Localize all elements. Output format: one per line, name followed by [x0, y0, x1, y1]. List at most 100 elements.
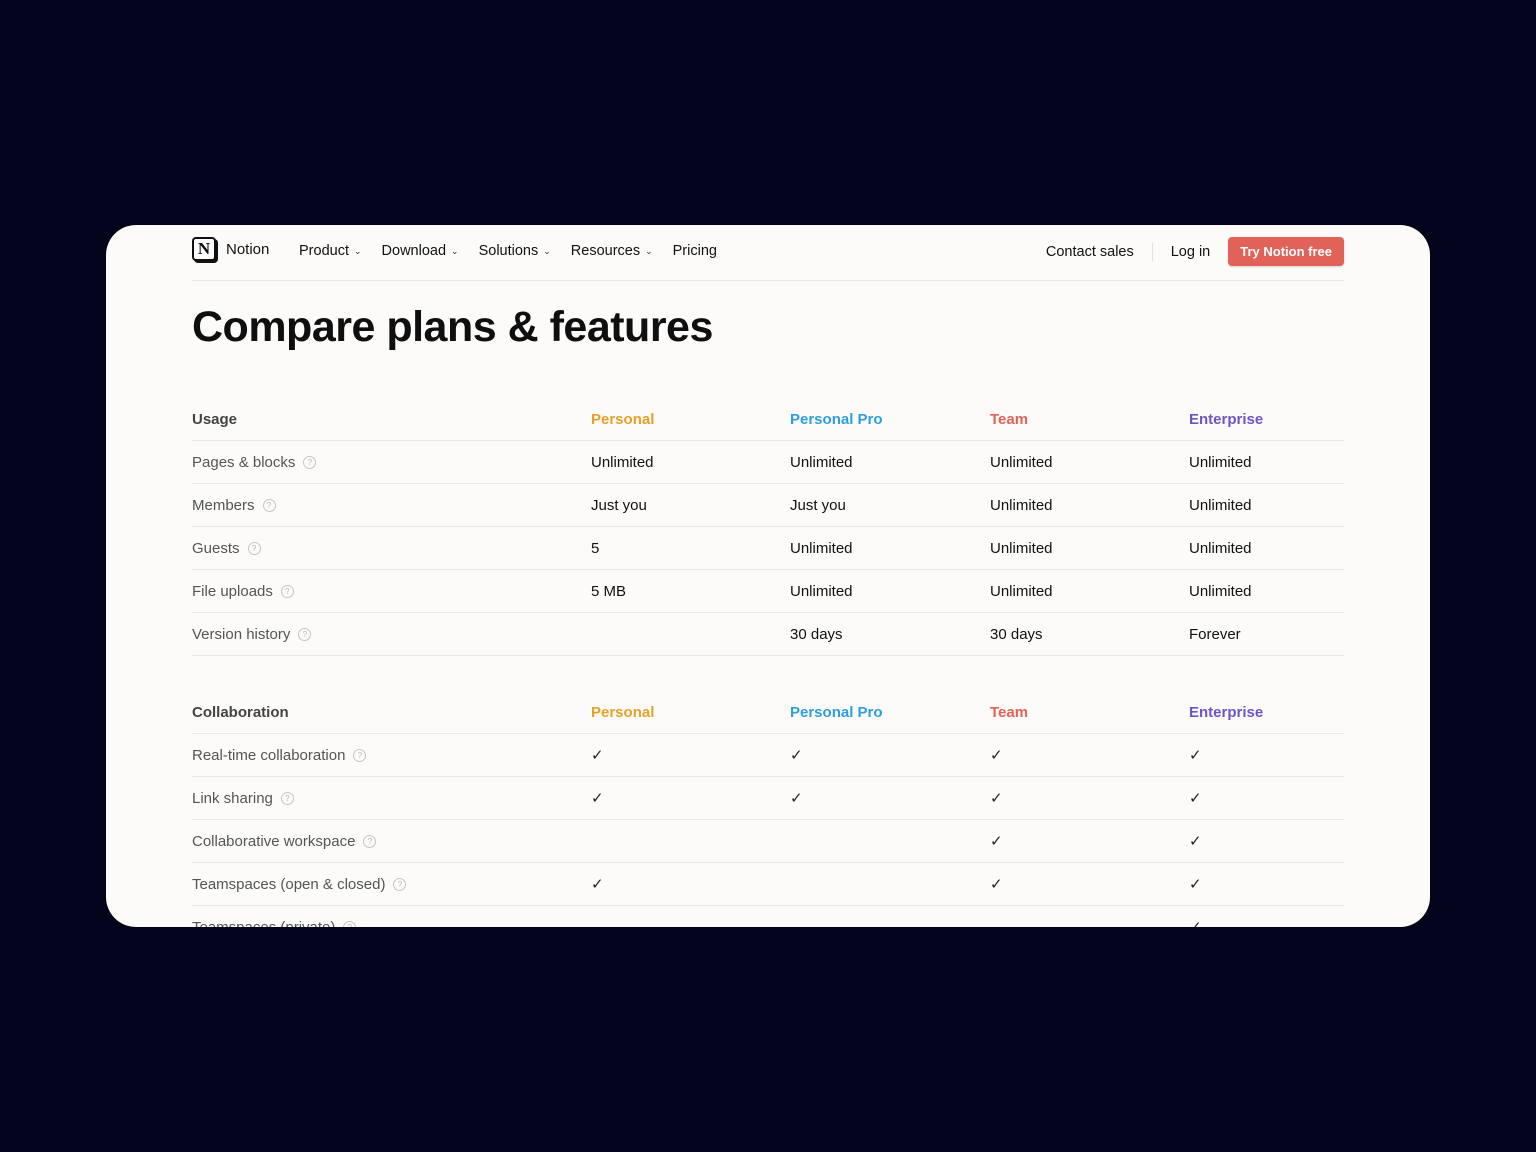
- brand[interactable]: N Notion: [192, 237, 269, 261]
- feature-name: Guests?: [192, 527, 261, 569]
- table-row: File uploads? 5 MB Unlimited Unlimited Unlim…: [192, 570, 1344, 613]
- plan-value: Unlimited: [1189, 496, 1252, 514]
- table-row: Teamspaces (open & closed)? ✓ ✓ ✓: [192, 863, 1344, 906]
- page-content: N Notion Product ⌄ Download ⌄ Solutions ⌄ Reso…: [192, 225, 1344, 927]
- table-row: Collaborative workspace? ✓ ✓: [192, 820, 1344, 863]
- table-row: Members? Just you Just you Unlimited Unlimit…: [192, 484, 1344, 527]
- plan-value: Unlimited: [990, 496, 1053, 514]
- section-title: Usage: [192, 410, 238, 428]
- nav-label: Download: [381, 243, 447, 259]
- feature-name: Real-time collaboration?: [192, 734, 367, 776]
- nav-pricing[interactable]: Pricing: [673, 243, 717, 259]
- plan-value: Unlimited: [990, 582, 1053, 600]
- help-icon[interactable]: ?: [247, 541, 261, 555]
- help-icon[interactable]: ?: [353, 748, 367, 762]
- feature-label: Teamspaces (private): [192, 918, 336, 928]
- check-icon: ✓: [990, 876, 1003, 893]
- check-icon: ✓: [1189, 747, 1202, 764]
- feature-label: Version history: [192, 625, 291, 643]
- feature-label: Teamspaces (open & closed): [192, 875, 386, 893]
- table-row: Real-time collaboration? ✓ ✓ ✓ ✓: [192, 734, 1344, 777]
- nav-label: Resources: [570, 243, 641, 259]
- collaboration-table: Collaboration Personal Personal Pro Team Ent…: [192, 691, 1344, 927]
- feature-name: Members?: [192, 484, 276, 526]
- nav-label: Solutions: [478, 243, 539, 259]
- help-icon[interactable]: ?: [280, 584, 294, 598]
- feature-label: Pages & blocks: [192, 453, 296, 471]
- plan-header-enterprise: Enterprise: [1189, 410, 1264, 428]
- nav-links: Product ⌄ Download ⌄ Solutions ⌄ Resources ⌄ Pri…: [299, 243, 737, 259]
- plan-header-personal-pro: Personal Pro: [790, 410, 883, 428]
- plan-value: 5: [591, 539, 600, 557]
- usage-table: Usage Personal Personal Pro Team Enterprise P…: [192, 398, 1344, 656]
- check-icon: ✓: [1189, 876, 1202, 893]
- chevron-down-icon: ⌄: [353, 245, 362, 256]
- feature-label: File uploads: [192, 582, 273, 600]
- plan-value: 30 days: [790, 625, 843, 643]
- plan-header-team: Team: [990, 703, 1029, 721]
- check-icon: ✓: [990, 833, 1003, 850]
- chevron-down-icon: ⌄: [451, 245, 459, 256]
- plan-value: Unlimited: [591, 453, 654, 471]
- plan-header-enterprise: Enterprise: [1189, 703, 1264, 721]
- check-icon: ✓: [990, 790, 1003, 807]
- help-icon[interactable]: ?: [303, 455, 317, 469]
- nav-divider: [1151, 242, 1153, 261]
- feature-name: Teamspaces (private)?: [192, 906, 357, 928]
- nav-download[interactable]: Download ⌄: [382, 243, 459, 259]
- nav-actions: Contact sales Log in Try Notion free: [1046, 237, 1344, 266]
- check-icon: ✓: [591, 790, 604, 807]
- help-icon[interactable]: ?: [393, 877, 407, 891]
- section-title: Collaboration: [192, 703, 289, 721]
- plan-value: Unlimited: [790, 582, 853, 600]
- plan-value: Unlimited: [790, 539, 853, 557]
- try-notion-free-button[interactable]: Try Notion free: [1228, 237, 1344, 266]
- feature-label: Guests: [192, 539, 240, 557]
- plan-value: Unlimited: [1189, 582, 1252, 600]
- nav-product[interactable]: Product ⌄: [299, 243, 362, 259]
- plan-header-team: Team: [990, 410, 1029, 428]
- check-icon: ✓: [591, 747, 604, 764]
- log-in-link[interactable]: Log in: [1171, 244, 1211, 260]
- page-card: N Notion Product ⌄ Download ⌄ Solutions ⌄ Reso…: [106, 225, 1430, 927]
- feature-name: File uploads?: [192, 570, 294, 612]
- check-icon: ✓: [1189, 906, 1202, 927]
- plan-value: Unlimited: [1189, 539, 1252, 557]
- plan-value: Just you: [591, 496, 647, 514]
- feature-name: Version history?: [192, 613, 312, 655]
- feature-name: Collaborative workspace?: [192, 820, 377, 862]
- plan-value: Forever: [1189, 625, 1241, 643]
- top-nav: N Notion Product ⌄ Download ⌄ Solutions ⌄ Reso…: [192, 225, 1344, 281]
- chevron-down-icon: ⌄: [645, 245, 653, 256]
- table-header-row: Collaboration Personal Personal Pro Team Ent…: [192, 691, 1344, 734]
- plan-header-personal: Personal: [591, 703, 655, 721]
- table-row: Guests? 5 Unlimited Unlimited Unlimited: [192, 527, 1344, 570]
- help-icon[interactable]: ?: [343, 920, 357, 927]
- nav-resources[interactable]: Resources ⌄: [571, 243, 653, 259]
- nav-solutions[interactable]: Solutions ⌄: [479, 243, 551, 259]
- contact-sales-link[interactable]: Contact sales: [1046, 244, 1134, 260]
- table-row: Pages & blocks? Unlimited Unlimited Unlimit…: [192, 441, 1344, 484]
- help-icon[interactable]: ?: [298, 627, 312, 641]
- check-icon: ✓: [790, 790, 803, 807]
- page-title: Compare plans & features: [192, 303, 713, 351]
- nav-label: Product: [299, 243, 349, 259]
- brand-name: Notion: [226, 240, 270, 258]
- plan-value: Just you: [790, 496, 846, 514]
- help-icon[interactable]: ?: [262, 498, 276, 512]
- help-icon[interactable]: ?: [280, 791, 294, 805]
- help-icon[interactable]: ?: [363, 834, 377, 848]
- plan-header-personal: Personal: [591, 410, 655, 428]
- plan-value: Unlimited: [790, 453, 853, 471]
- plan-value: 5 MB: [591, 582, 627, 600]
- feature-name: Link sharing?: [192, 777, 294, 819]
- feature-label: Real-time collaboration: [192, 746, 346, 764]
- check-icon: ✓: [990, 747, 1003, 764]
- feature-name: Teamspaces (open & closed)?: [192, 863, 407, 905]
- table-header-row: Usage Personal Personal Pro Team Enterprise: [192, 398, 1344, 441]
- plan-value: Unlimited: [990, 453, 1053, 471]
- check-icon: ✓: [790, 747, 803, 764]
- chevron-down-icon: ⌄: [543, 245, 551, 256]
- feature-label: Collaborative workspace: [192, 832, 356, 850]
- table-row: Link sharing? ✓ ✓ ✓ ✓: [192, 777, 1344, 820]
